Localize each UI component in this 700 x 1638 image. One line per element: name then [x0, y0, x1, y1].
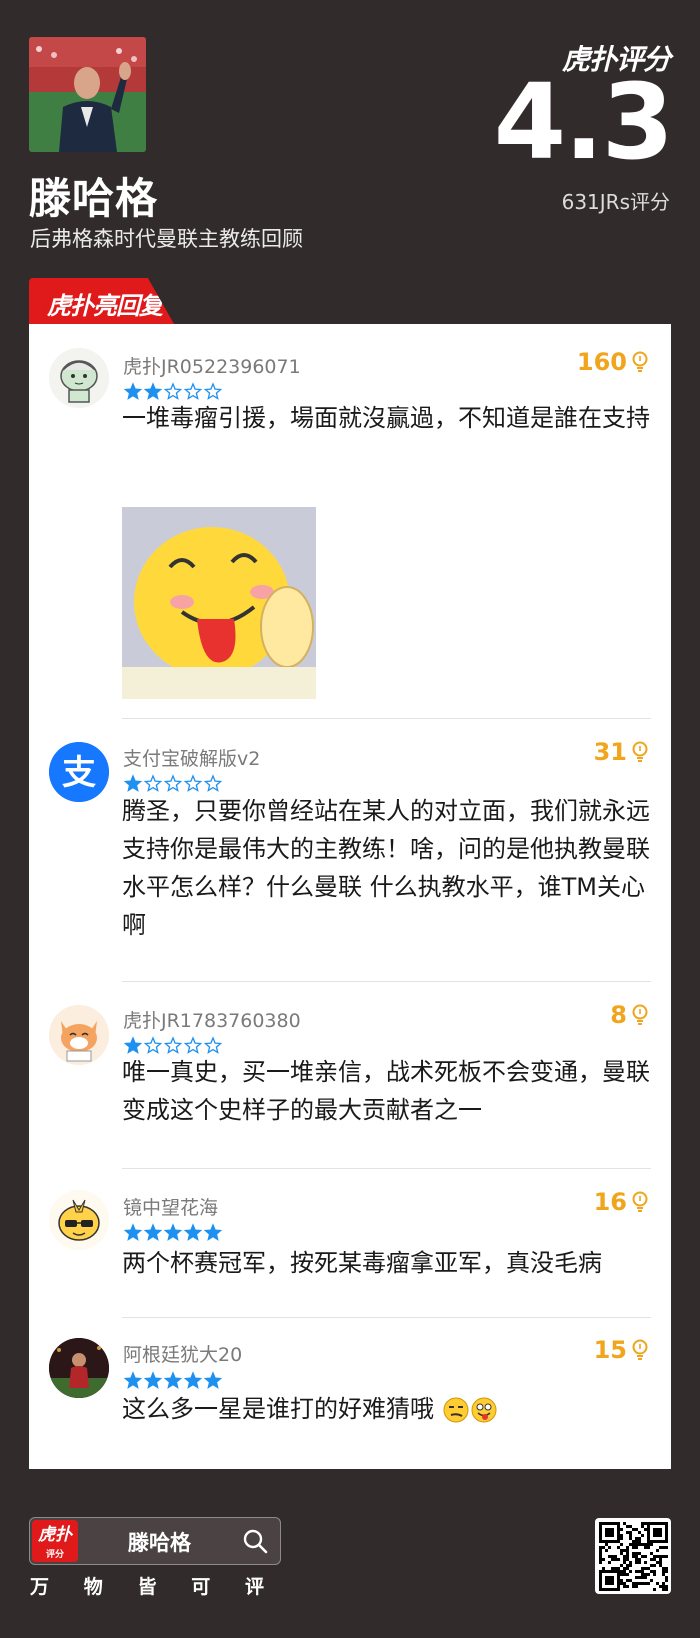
star-empty-icon [143, 1036, 163, 1054]
comment-item: 虎扑JR0522396071 160 一堆毒瘤引援，場面就沒贏過，不知道是誰在支… [29, 324, 671, 719]
smirk-emoji-icon [443, 1397, 469, 1423]
rating-count: 631JRs评分 [561, 190, 670, 214]
cartoon-avatar [49, 348, 109, 408]
profile-photo [29, 37, 146, 152]
username[interactable]: 阿根廷犹大20 [123, 1340, 242, 1367]
star-filled-icon [163, 1223, 183, 1241]
star-empty-icon [163, 382, 183, 400]
search-icon[interactable] [242, 1528, 268, 1554]
star-filled-icon [123, 1223, 143, 1241]
star-empty-icon [163, 1036, 183, 1054]
comment-text: 唯一真史，买一堆亲信，战术死板不会变通，曼联变成这个史样子的最大贡献者之一 [122, 1058, 650, 1124]
like-count[interactable]: 8 [610, 1001, 649, 1029]
divider [122, 1317, 651, 1318]
star-filled-icon [143, 1371, 163, 1389]
svg-text:支: 支 [62, 753, 96, 793]
comment-item: 虎扑JR1783760380 8 唯一真史，买一堆亲信，战术死板不会变通，曼联变… [29, 983, 671, 1169]
star-filled-icon [143, 1223, 163, 1241]
hupu-logo-text: 虎扑 [38, 1525, 72, 1545]
slogan-char: 皆 [137, 1576, 157, 1598]
divider [122, 1168, 651, 1169]
star-empty-icon [183, 382, 203, 400]
comment-text: 一堆毒瘤引援，場面就沒贏過，不知道是誰在支持 [122, 404, 650, 432]
overall-score: 4.3 [493, 61, 674, 183]
like-count[interactable]: 16 [594, 1188, 649, 1216]
star-filled-icon [163, 1371, 183, 1389]
username[interactable]: 虎扑JR0522396071 [123, 352, 301, 379]
comment-item: 镜中望花海 16 两个杯赛冠军，按死某毒瘤拿亚军，真没毛病 [29, 1170, 671, 1318]
username[interactable]: 虎扑JR1783760380 [123, 1006, 301, 1033]
star-filled-icon [183, 1223, 203, 1241]
like-count[interactable]: 31 [594, 738, 649, 766]
comments-card: 虎扑JR0522396071 160 一堆毒瘤引援，場面就沒贏過，不知道是誰在支… [29, 324, 671, 1469]
lightbulb-icon [632, 1191, 648, 1212]
star-empty-icon [183, 774, 203, 792]
star-filled-icon [143, 382, 163, 400]
alipay-logo: 支 [49, 742, 109, 802]
comment-text-body: 这么多一星是谁打的好难猜哦 [122, 1395, 434, 1423]
slogan-char: 可 [191, 1576, 211, 1598]
hot-replies-tab: 虎扑亮回复 [29, 278, 174, 324]
hot-replies-label: 虎扑亮回复 [47, 292, 163, 320]
star-rating-icons [123, 1371, 223, 1389]
lightbulb-icon [632, 741, 648, 762]
page-subtitle: 后弗格森时代曼联主教练回顾 [30, 227, 303, 251]
lightbulb-icon [632, 351, 648, 372]
star-empty-icon [183, 1036, 203, 1054]
hupu-logo-subtext: 评分 [45, 1550, 64, 1560]
header: 滕哈格 后弗格森时代曼联主教练回顾 虎扑评分 4.3 631JRs评分 [0, 0, 700, 280]
star-empty-icon [143, 774, 163, 792]
star-empty-icon [163, 774, 183, 792]
star-filled-icon [123, 1036, 143, 1054]
star-filled-icon [183, 1371, 203, 1389]
star-filled-icon [203, 1371, 223, 1389]
qr-code[interactable] [595, 1518, 671, 1594]
like-count-value: 15 [593, 1336, 627, 1364]
star-rating [123, 774, 223, 794]
comment-text: 腾圣，只要你曾经站在某人的对立面，我们就永远支持你是最伟大的主教练！啥，问的是他… [122, 797, 650, 939]
star-filled-icon [123, 382, 143, 400]
lightbulb-icon [632, 1004, 648, 1025]
photo-avatar [49, 1338, 109, 1398]
page-title: 滕哈格 [29, 174, 159, 223]
star-rating-icons [123, 1223, 223, 1241]
username[interactable]: 支付宝破解版v2 [123, 744, 260, 771]
comment-text: 这么多一星是谁打的好难猜哦 [122, 1390, 651, 1428]
search-query: 滕哈格 [128, 1531, 191, 1555]
slogan: 万 物 皆 可 评 [30, 1572, 280, 1599]
star-rating [123, 1371, 223, 1391]
like-count[interactable]: 15 [594, 1336, 649, 1364]
comment-item: 支 支付宝破解版v2 31 腾圣，只要你曾经站在某人的对立面，我们就永远支持你是… [29, 720, 671, 982]
star-filled-icon [123, 774, 143, 792]
comment-item: 阿根廷犹大20 15 这么多一星是谁打的好难猜哦 [29, 1319, 671, 1469]
fox-avatar [49, 1005, 109, 1065]
lightbulb-icon [632, 1339, 648, 1360]
star-empty-icon [203, 774, 223, 792]
username[interactable]: 镜中望花海 [123, 1193, 218, 1220]
star-filled-icon [203, 1223, 223, 1241]
star-empty-icon [203, 382, 223, 400]
comment-text: 两个杯赛冠军，按死某毒瘤拿亚军，真没毛病 [122, 1249, 602, 1277]
star-filled-icon [123, 1371, 143, 1389]
star-rating [123, 1223, 223, 1243]
like-count[interactable]: 160 [577, 348, 649, 376]
like-count-value: 31 [593, 738, 627, 766]
slogan-char: 物 [83, 1576, 103, 1598]
sunglasses-avatar [49, 1190, 109, 1250]
tongue-out-emoji-icon [471, 1397, 497, 1423]
hupu-logo: 虎扑 评分 [32, 1520, 78, 1562]
like-count-value: 8 [610, 1001, 627, 1029]
star-empty-icon [203, 1036, 223, 1054]
slogan-char: 万 [30, 1576, 50, 1598]
divider [122, 981, 651, 982]
like-count-value: 16 [593, 1188, 627, 1216]
search-bar[interactable]: 虎扑 评分 滕哈格 [29, 1517, 281, 1565]
like-count-value: 160 [576, 348, 627, 376]
sticker-image [122, 507, 316, 699]
slogan-char: 评 [244, 1576, 264, 1598]
star-rating-icons [123, 774, 223, 792]
divider [122, 718, 651, 719]
